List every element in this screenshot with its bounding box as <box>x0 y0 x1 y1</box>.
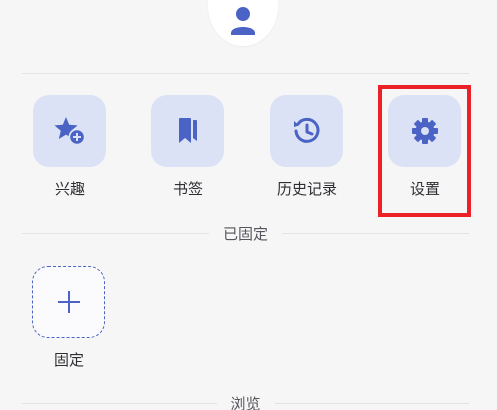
history-tile[interactable]: 历史记录 <box>270 95 344 198</box>
pinned-section-header: 已固定 <box>22 223 470 243</box>
highlight-box <box>378 85 471 217</box>
bookmarks-button[interactable] <box>151 95 224 167</box>
bookmarks-tile[interactable]: 书签 <box>151 95 225 198</box>
interests-tile[interactable]: 兴趣 <box>33 95 107 198</box>
browse-section-title: 浏览 <box>230 394 261 410</box>
section-divider-left <box>22 402 217 404</box>
plus-icon <box>57 291 80 313</box>
interests-button[interactable] <box>33 95 106 167</box>
section-divider-right <box>282 232 470 234</box>
bookmarks-label: 书签 <box>172 180 203 198</box>
avatar-button[interactable] <box>208 0 278 46</box>
history-icon <box>293 117 319 143</box>
add-pin-label: 固定 <box>53 351 84 369</box>
section-divider-left <box>22 232 209 234</box>
browse-section-header: 浏览 <box>22 393 470 410</box>
history-label: 历史记录 <box>276 180 337 198</box>
top-divider <box>22 73 469 74</box>
bookmark-icon <box>178 118 197 143</box>
interests-label: 兴趣 <box>54 180 85 198</box>
person-icon <box>231 7 255 35</box>
history-button[interactable] <box>270 95 343 167</box>
add-pin-button[interactable] <box>32 266 105 338</box>
menu-panel: 兴趣 书签 历史记录 设置 已固定 固定 浏览 <box>0 0 497 410</box>
section-divider-right <box>274 402 470 404</box>
pinned-section-title: 已固定 <box>223 224 269 243</box>
star-add-icon <box>53 117 85 146</box>
